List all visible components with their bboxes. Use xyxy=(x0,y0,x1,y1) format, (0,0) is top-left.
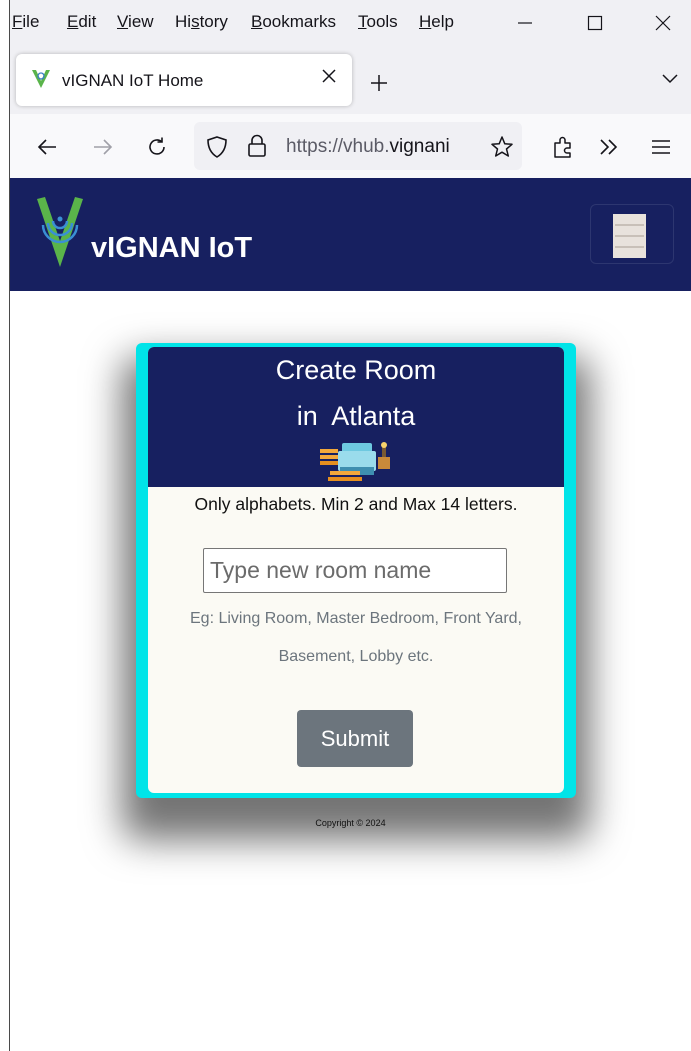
url-fade xyxy=(456,122,492,170)
new-tab-button[interactable] xyxy=(370,68,388,99)
navbar-toggler-button[interactable] xyxy=(590,204,674,264)
site-brand[interactable]: vIGNAN IoT xyxy=(91,232,252,265)
reload-icon xyxy=(149,137,165,155)
tab-strip: vIGNAN IoT Home xyxy=(10,44,691,114)
submit-button[interactable]: Submit xyxy=(297,710,413,767)
vignan-favicon-icon xyxy=(32,70,50,88)
overflow-menu-button[interactable] xyxy=(594,132,624,162)
close-window-button[interactable] xyxy=(640,6,686,40)
create-room-card: Create Room in Atlanta Only alphabets. M… xyxy=(148,347,564,793)
card-title: Create Room xyxy=(275,355,437,385)
site-navbar: vIGNAN IoT xyxy=(10,178,691,291)
copyright-text: Copyright © 2024 xyxy=(315,818,386,828)
tab-vignan-home[interactable]: vIGNAN IoT Home xyxy=(16,54,352,106)
chevron-down-icon xyxy=(662,74,678,84)
back-arrow-icon xyxy=(37,139,56,155)
bookmark-star-icon[interactable] xyxy=(490,135,514,158)
menu-file[interactable]: File xyxy=(12,12,39,32)
reload-button[interactable] xyxy=(142,132,172,162)
extensions-icon xyxy=(554,136,571,158)
card-location: in Atlanta xyxy=(296,401,416,431)
room-furniture-icon xyxy=(320,442,390,481)
navigation-toolbar: https://vhub.vignani xyxy=(10,114,691,178)
menu-edit[interactable]: Edit xyxy=(67,12,96,32)
app-menu-button[interactable] xyxy=(646,132,676,162)
room-name-input[interactable] xyxy=(203,548,507,593)
example-text-line2: Basement, Lobby etc. xyxy=(278,648,434,665)
extensions-button[interactable] xyxy=(548,132,578,162)
minimize-button[interactable] xyxy=(502,6,548,40)
vignan-logo-icon[interactable] xyxy=(35,195,85,269)
maximize-icon xyxy=(587,15,603,31)
menu-bar: File Edit View History Bookmarks Tools H… xyxy=(10,0,691,44)
tab-close-button[interactable] xyxy=(322,66,336,89)
app-menu-icon xyxy=(652,140,670,154)
close-icon xyxy=(655,15,671,31)
example-text-line1: Eg: Living Room, Master Bedroom, Front Y… xyxy=(190,610,522,627)
minimize-icon xyxy=(518,22,532,24)
menu-view[interactable]: View xyxy=(117,12,154,32)
card-header: Create Room in Atlanta xyxy=(148,347,564,487)
menu-history[interactable]: History xyxy=(175,12,228,32)
url-bar[interactable]: https://vhub.vignani xyxy=(194,122,522,170)
menu-help[interactable]: Help xyxy=(419,12,454,32)
url-text[interactable]: https://vhub.vignani xyxy=(286,136,450,158)
maximize-button[interactable] xyxy=(572,6,618,40)
tab-title: vIGNAN IoT Home xyxy=(62,71,204,90)
input-rule-text: Only alphabets. Min 2 and Max 14 letters… xyxy=(194,494,518,514)
menu-bookmarks[interactable]: Bookmarks xyxy=(251,12,336,32)
overflow-chevron-icon xyxy=(600,139,618,155)
plus-icon xyxy=(371,75,387,91)
hamburger-menu-icon xyxy=(613,214,646,258)
back-button[interactable] xyxy=(32,132,62,162)
forward-arrow-icon xyxy=(94,139,113,155)
menu-tools[interactable]: Tools xyxy=(358,12,398,32)
tracking-shield-icon[interactable] xyxy=(206,135,228,159)
lock-icon[interactable] xyxy=(246,134,268,158)
list-all-tabs-button[interactable] xyxy=(661,72,679,90)
close-icon xyxy=(322,69,336,83)
forward-button[interactable] xyxy=(88,132,118,162)
